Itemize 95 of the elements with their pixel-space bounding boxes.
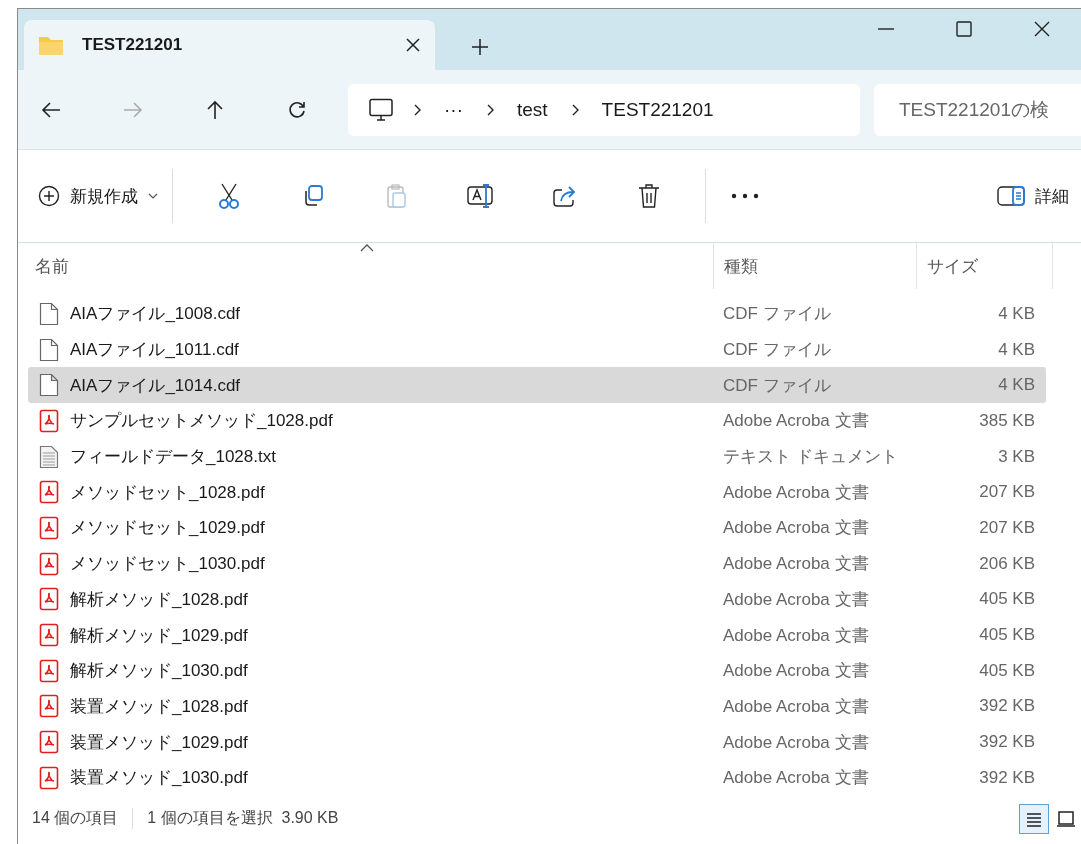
- file-type: Adobe Acroba 文書: [723, 624, 870, 647]
- preview-view-icon: [1056, 809, 1076, 828]
- selection-info: 1 個の項目を選択 3.90 KB: [132, 808, 353, 830]
- file-row[interactable]: サンプルセットメソッド_1028.pdf Adobe Acroba 文書 385 KB: [28, 403, 1046, 439]
- pdf-file-icon: [39, 587, 59, 612]
- caret-icon: [148, 192, 158, 200]
- file-name: メソッドセット_1028.pdf: [70, 481, 266, 504]
- file-row[interactable]: 装置メソッド_1028.pdf Adobe Acroba 文書 392 KB: [28, 688, 1046, 725]
- file-size: 385 KB: [978, 410, 1035, 431]
- file-size: 405 KB: [978, 625, 1035, 646]
- pdf-file-icon: [39, 408, 59, 433]
- pdf-file-icon: [39, 730, 59, 755]
- computer-icon: [368, 97, 394, 122]
- column-header[interactable]: 名前: [18, 243, 713, 289]
- pdf-file-icon: [39, 765, 59, 790]
- file-row[interactable]: AIAファイル_1011.cdf CDF ファイル 4 KB: [28, 331, 1046, 368]
- file-row[interactable]: メソッドセット_1029.pdf Adobe Acroba 文書 207 KB: [28, 510, 1046, 546]
- column-header[interactable]: サイズ: [916, 243, 1053, 289]
- file-name: 装置メソッド_1028.pdf: [70, 695, 249, 718]
- file-type: Adobe Acroba 文書: [723, 553, 870, 576]
- file-size: 4 KB: [997, 375, 1035, 396]
- pdf-file-icon: [39, 551, 59, 576]
- file-type: Adobe Acroba 文書: [723, 588, 870, 611]
- file-row[interactable]: メソッドセット_1030.pdf Adobe Acroba 文書 206 KB: [28, 545, 1046, 582]
- file-name: 解析メソッド_1028.pdf: [70, 588, 249, 611]
- item-count: 14 個の項目: [31, 808, 120, 829]
- file-size: 3 KB: [997, 446, 1035, 467]
- folder-icon: [38, 34, 64, 56]
- column-header[interactable]: 種類: [713, 243, 916, 289]
- pdf-file-icon: [39, 623, 59, 648]
- chevron-icon: [412, 102, 422, 117]
- file-size: 207 KB: [978, 482, 1035, 503]
- address-bar[interactable]: ··· test TEST221201: [348, 83, 860, 136]
- plus-circle-icon: [38, 185, 60, 207]
- file-type: CDF ファイル: [723, 374, 832, 397]
- search-field[interactable]: TEST221201の検: [874, 83, 1081, 136]
- file-row[interactable]: 解析メソッド_1028.pdf Adobe Acroba 文書 405 KB: [28, 581, 1046, 618]
- text-file-icon: [39, 444, 59, 469]
- file-icon: [39, 301, 59, 326]
- file-row[interactable]: フィールドデータ_1028.txt テキスト ドキュメント 3 KB: [28, 438, 1046, 475]
- file-icon: [39, 337, 59, 362]
- pdf-file-icon: [39, 658, 59, 683]
- chevron-icon: [485, 102, 495, 117]
- file-type: Adobe Acroba 文書: [723, 695, 870, 718]
- breadcrumb-item[interactable]: TEST221201: [597, 98, 718, 121]
- file-size: 392 KB: [978, 767, 1035, 788]
- more-options-icon[interactable]: [730, 193, 760, 199]
- file-size: 405 KB: [978, 660, 1035, 681]
- details-pane-button[interactable]: 詳細: [997, 184, 1069, 208]
- file-name: サンプルセットメソッド_1028.pdf: [70, 410, 334, 433]
- close-tab-icon[interactable]: [405, 37, 421, 53]
- file-type: Adobe Acroba 文書: [723, 731, 870, 754]
- file-type: Adobe Acroba 文書: [723, 660, 870, 683]
- file-row[interactable]: 装置メソッド_1030.pdf Adobe Acroba 文書 392 KB: [28, 759, 1046, 796]
- file-size: 392 KB: [978, 696, 1035, 717]
- file-type: CDF ファイル: [723, 303, 832, 326]
- file-name: AIAファイル_1011.cdf: [70, 339, 240, 362]
- file-row[interactable]: メソッドセット_1028.pdf Adobe Acroba 文書 207 KB: [28, 474, 1046, 511]
- file-name: 解析メソッド_1029.pdf: [70, 624, 249, 647]
- file-name: 装置メソッド_1029.pdf: [70, 731, 249, 754]
- file-type: Adobe Acroba 文書: [723, 517, 870, 540]
- file-size: 207 KB: [978, 517, 1035, 538]
- new-button[interactable]: 新規作成: [38, 184, 158, 208]
- file-type: Adobe Acroba 文書: [723, 481, 870, 504]
- folder-tab[interactable]: TEST221201: [24, 20, 435, 70]
- file-size: 4 KB: [997, 303, 1035, 324]
- file-size: 392 KB: [978, 732, 1035, 753]
- file-size: 206 KB: [978, 553, 1035, 574]
- file-name: メソッドセット_1029.pdf: [70, 517, 266, 540]
- file-row[interactable]: 解析メソッド_1029.pdf Adobe Acroba 文書 405 KB: [28, 617, 1046, 653]
- pdf-file-icon: [39, 694, 59, 719]
- breadcrumb-item[interactable]: test: [513, 98, 552, 121]
- file-name: AIAファイル_1014.cdf: [70, 374, 242, 397]
- file-type: CDF ファイル: [723, 339, 832, 362]
- file-row[interactable]: 解析メソッド_1030.pdf Adobe Acroba 文書 405 KB: [28, 652, 1046, 689]
- file-name: フィールドデータ_1028.txt: [70, 446, 277, 469]
- file-type: Adobe Acroba 文書: [723, 767, 870, 790]
- file-size: 4 KB: [997, 339, 1035, 360]
- file-row[interactable]: AIAファイル_1008.cdf CDF ファイル 4 KB: [28, 296, 1046, 332]
- pdf-file-icon: [39, 480, 59, 505]
- details-pane-icon: [997, 186, 1025, 206]
- file-row[interactable]: AIAファイル_1014.cdf CDF ファイル 4 KB: [28, 367, 1046, 404]
- file-name: AIAファイル_1008.cdf: [70, 303, 242, 326]
- file-name: メソッドセット_1030.pdf: [70, 553, 266, 576]
- file-type: Adobe Acroba 文書: [723, 410, 870, 433]
- file-size: 405 KB: [978, 589, 1035, 610]
- pdf-file-icon: [39, 515, 59, 540]
- new-tab-icon[interactable]: [471, 38, 489, 56]
- breadcrumb-item[interactable]: ···: [440, 98, 467, 121]
- file-row[interactable]: 装置メソッド_1029.pdf Adobe Acroba 文書 392 KB: [28, 724, 1046, 760]
- file-type: テキスト ドキュメント: [723, 446, 899, 469]
- file-name: 装置メソッド_1030.pdf: [70, 767, 249, 790]
- file-name: 解析メソッド_1030.pdf: [70, 660, 249, 683]
- file-icon: [39, 373, 59, 398]
- details-view-button[interactable]: [1019, 803, 1049, 834]
